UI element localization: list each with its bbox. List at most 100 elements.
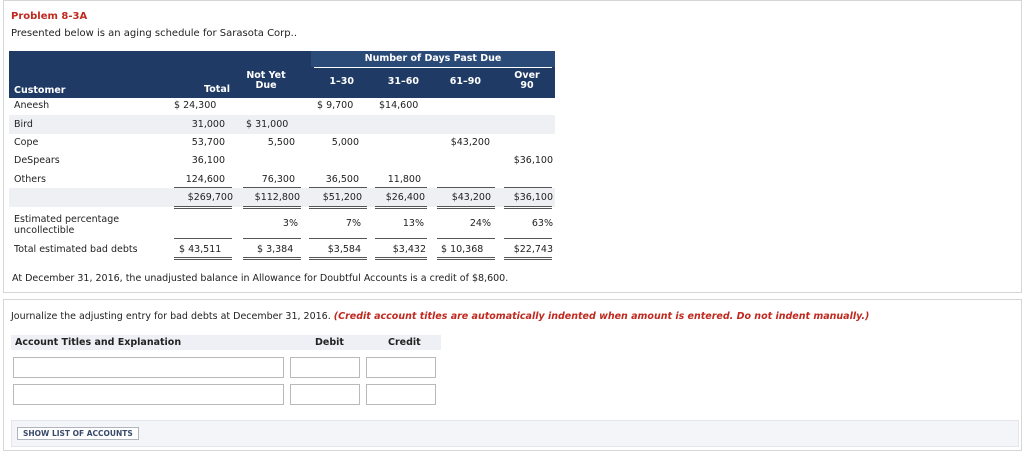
customer-name: Bird xyxy=(14,119,33,130)
cell-over-90: $36,100 xyxy=(513,155,553,166)
double-rule xyxy=(309,206,367,207)
double-rule xyxy=(437,208,495,209)
bad-debts-rule xyxy=(243,238,301,239)
header-customer: Customer xyxy=(14,85,66,96)
header-1-30: 1–30 xyxy=(329,76,354,87)
customer-name: Cope xyxy=(14,137,39,148)
table-totals-row: $269,700 $112,800 $51,200 $26,400 $43,20… xyxy=(9,188,555,207)
header-over-90-line2: 90 xyxy=(520,80,534,91)
header-31-60: 31–60 xyxy=(387,76,419,87)
double-rule xyxy=(504,259,552,260)
bad-debts-row: Total estimated bad debts $ 43,511 $ 3,3… xyxy=(9,240,555,258)
bad-debts-31-60: $3,432 xyxy=(392,244,426,255)
col-debit: Debit xyxy=(315,337,344,348)
double-rule xyxy=(437,257,495,258)
double-rule xyxy=(504,206,552,207)
total-61-90: $43,200 xyxy=(451,192,491,203)
header-not-yet-due: Not Yet Due xyxy=(239,71,293,91)
bad-debts-1-30: $3,584 xyxy=(327,244,361,255)
cell-61-90: $43,200 xyxy=(450,137,490,148)
customer-name: Others xyxy=(14,174,46,185)
cell-31-60: 11,800 xyxy=(387,174,421,185)
double-rule xyxy=(437,259,495,260)
cell-total: 31,000 xyxy=(191,119,225,130)
bad-debts-over-90: $22,743 xyxy=(513,244,553,255)
pct-not-yet-due: 3% xyxy=(282,218,298,229)
debit-input[interactable] xyxy=(290,384,360,405)
bad-debts-rule xyxy=(375,238,427,239)
customer-name: DeSpears xyxy=(14,155,60,166)
total-total: $269,700 xyxy=(187,192,233,203)
button-bar: SHOW LIST OF ACCOUNTS xyxy=(11,420,1019,447)
customer-name: Aneesh xyxy=(14,100,50,111)
bad-debts-not-yet-due: $ 3,384 xyxy=(257,244,294,255)
allowance-note: At December 31, 2016, the unadjusted bal… xyxy=(12,273,509,284)
table-row: Cope 53,700 5,500 5,000 $43,200 xyxy=(9,133,555,152)
cell-not-yet-due: 76,300 xyxy=(261,174,295,185)
col-credit: Credit xyxy=(388,337,421,348)
total-over-90: $36,100 xyxy=(513,192,553,203)
double-rule xyxy=(243,259,301,260)
journal-panel: Journalize the adjusting entry for bad d… xyxy=(3,299,1022,451)
journal-instruction: Journalize the adjusting entry for bad d… xyxy=(11,311,869,322)
double-rule xyxy=(174,259,232,260)
cell-not-yet-due: $ 31,000 xyxy=(246,119,289,130)
double-rule xyxy=(174,206,232,207)
pct-1-30: 7% xyxy=(345,218,361,229)
show-list-of-accounts-button[interactable]: SHOW LIST OF ACCOUNTS xyxy=(17,427,139,440)
bad-debts-total: $ 43,511 xyxy=(179,244,222,255)
pct-row: Estimated percentage uncollectible 3% 7%… xyxy=(9,213,555,240)
cell-1-30: $ 9,700 xyxy=(317,100,354,111)
double-rule xyxy=(243,257,301,258)
journal-instruction-note: (Credit account titles are automatically… xyxy=(333,311,870,322)
credit-input[interactable] xyxy=(366,357,436,378)
cell-1-30: 36,500 xyxy=(325,174,359,185)
double-rule xyxy=(309,208,367,209)
double-rule xyxy=(174,257,232,258)
problem-subtitle: Presented below is an aging schedule for… xyxy=(11,28,297,39)
table-row: Bird 31,000 $ 31,000 xyxy=(9,115,555,134)
cell-1-30: 5,000 xyxy=(331,137,359,148)
group-header-divider xyxy=(314,67,552,68)
table-row: Others 124,600 76,300 36,500 11,800 xyxy=(9,170,555,189)
days-past-due-group-header: Number of Days Past Due xyxy=(311,51,555,67)
header-not-yet-due-line2: Due xyxy=(255,80,277,91)
account-title-input[interactable] xyxy=(13,384,284,405)
pct-61-90: 24% xyxy=(469,218,491,229)
credit-input[interactable] xyxy=(366,384,436,405)
bad-debts-61-90: $ 10,368 xyxy=(441,244,484,255)
total-not-yet-due: $112,800 xyxy=(254,192,300,203)
total-31-60: $26,400 xyxy=(385,192,425,203)
cell-total: $ 24,300 xyxy=(174,100,217,111)
col-account-titles: Account Titles and Explanation xyxy=(15,337,182,348)
cell-31-60: $14,600 xyxy=(379,100,419,111)
double-rule xyxy=(309,259,367,260)
problem-title: Problem 8-3A xyxy=(11,11,88,22)
bad-debts-rule xyxy=(309,238,367,239)
double-rule xyxy=(309,257,367,258)
debit-input[interactable] xyxy=(290,357,360,378)
double-rule xyxy=(243,208,301,209)
double-rule xyxy=(375,206,427,207)
double-rule xyxy=(174,208,232,209)
double-rule xyxy=(375,257,427,258)
pct-31-60: 13% xyxy=(402,218,424,229)
pct-over-90: 63% xyxy=(531,218,553,229)
total-1-30: $51,200 xyxy=(322,192,362,203)
pct-label-line1: Estimated percentage xyxy=(14,214,120,225)
header-total: Total xyxy=(204,84,230,95)
bad-debts-rule xyxy=(504,238,552,239)
double-rule xyxy=(504,257,552,258)
account-title-input[interactable] xyxy=(13,357,284,378)
pct-label-line2: uncollectible xyxy=(14,225,75,236)
pct-label: Estimated percentage uncollectible xyxy=(14,214,119,236)
double-rule xyxy=(243,206,301,207)
cell-total: 53,700 xyxy=(191,137,225,148)
double-rule xyxy=(504,208,552,209)
double-rule xyxy=(375,208,427,209)
cell-not-yet-due: 5,500 xyxy=(267,137,295,148)
bad-debts-rule xyxy=(174,238,232,239)
journal-header: Account Titles and Explanation Debit Cre… xyxy=(11,335,441,350)
header-61-90: 61–90 xyxy=(449,76,481,87)
table-row: Aneesh $ 24,300 $ 9,700 $14,600 xyxy=(9,96,555,115)
